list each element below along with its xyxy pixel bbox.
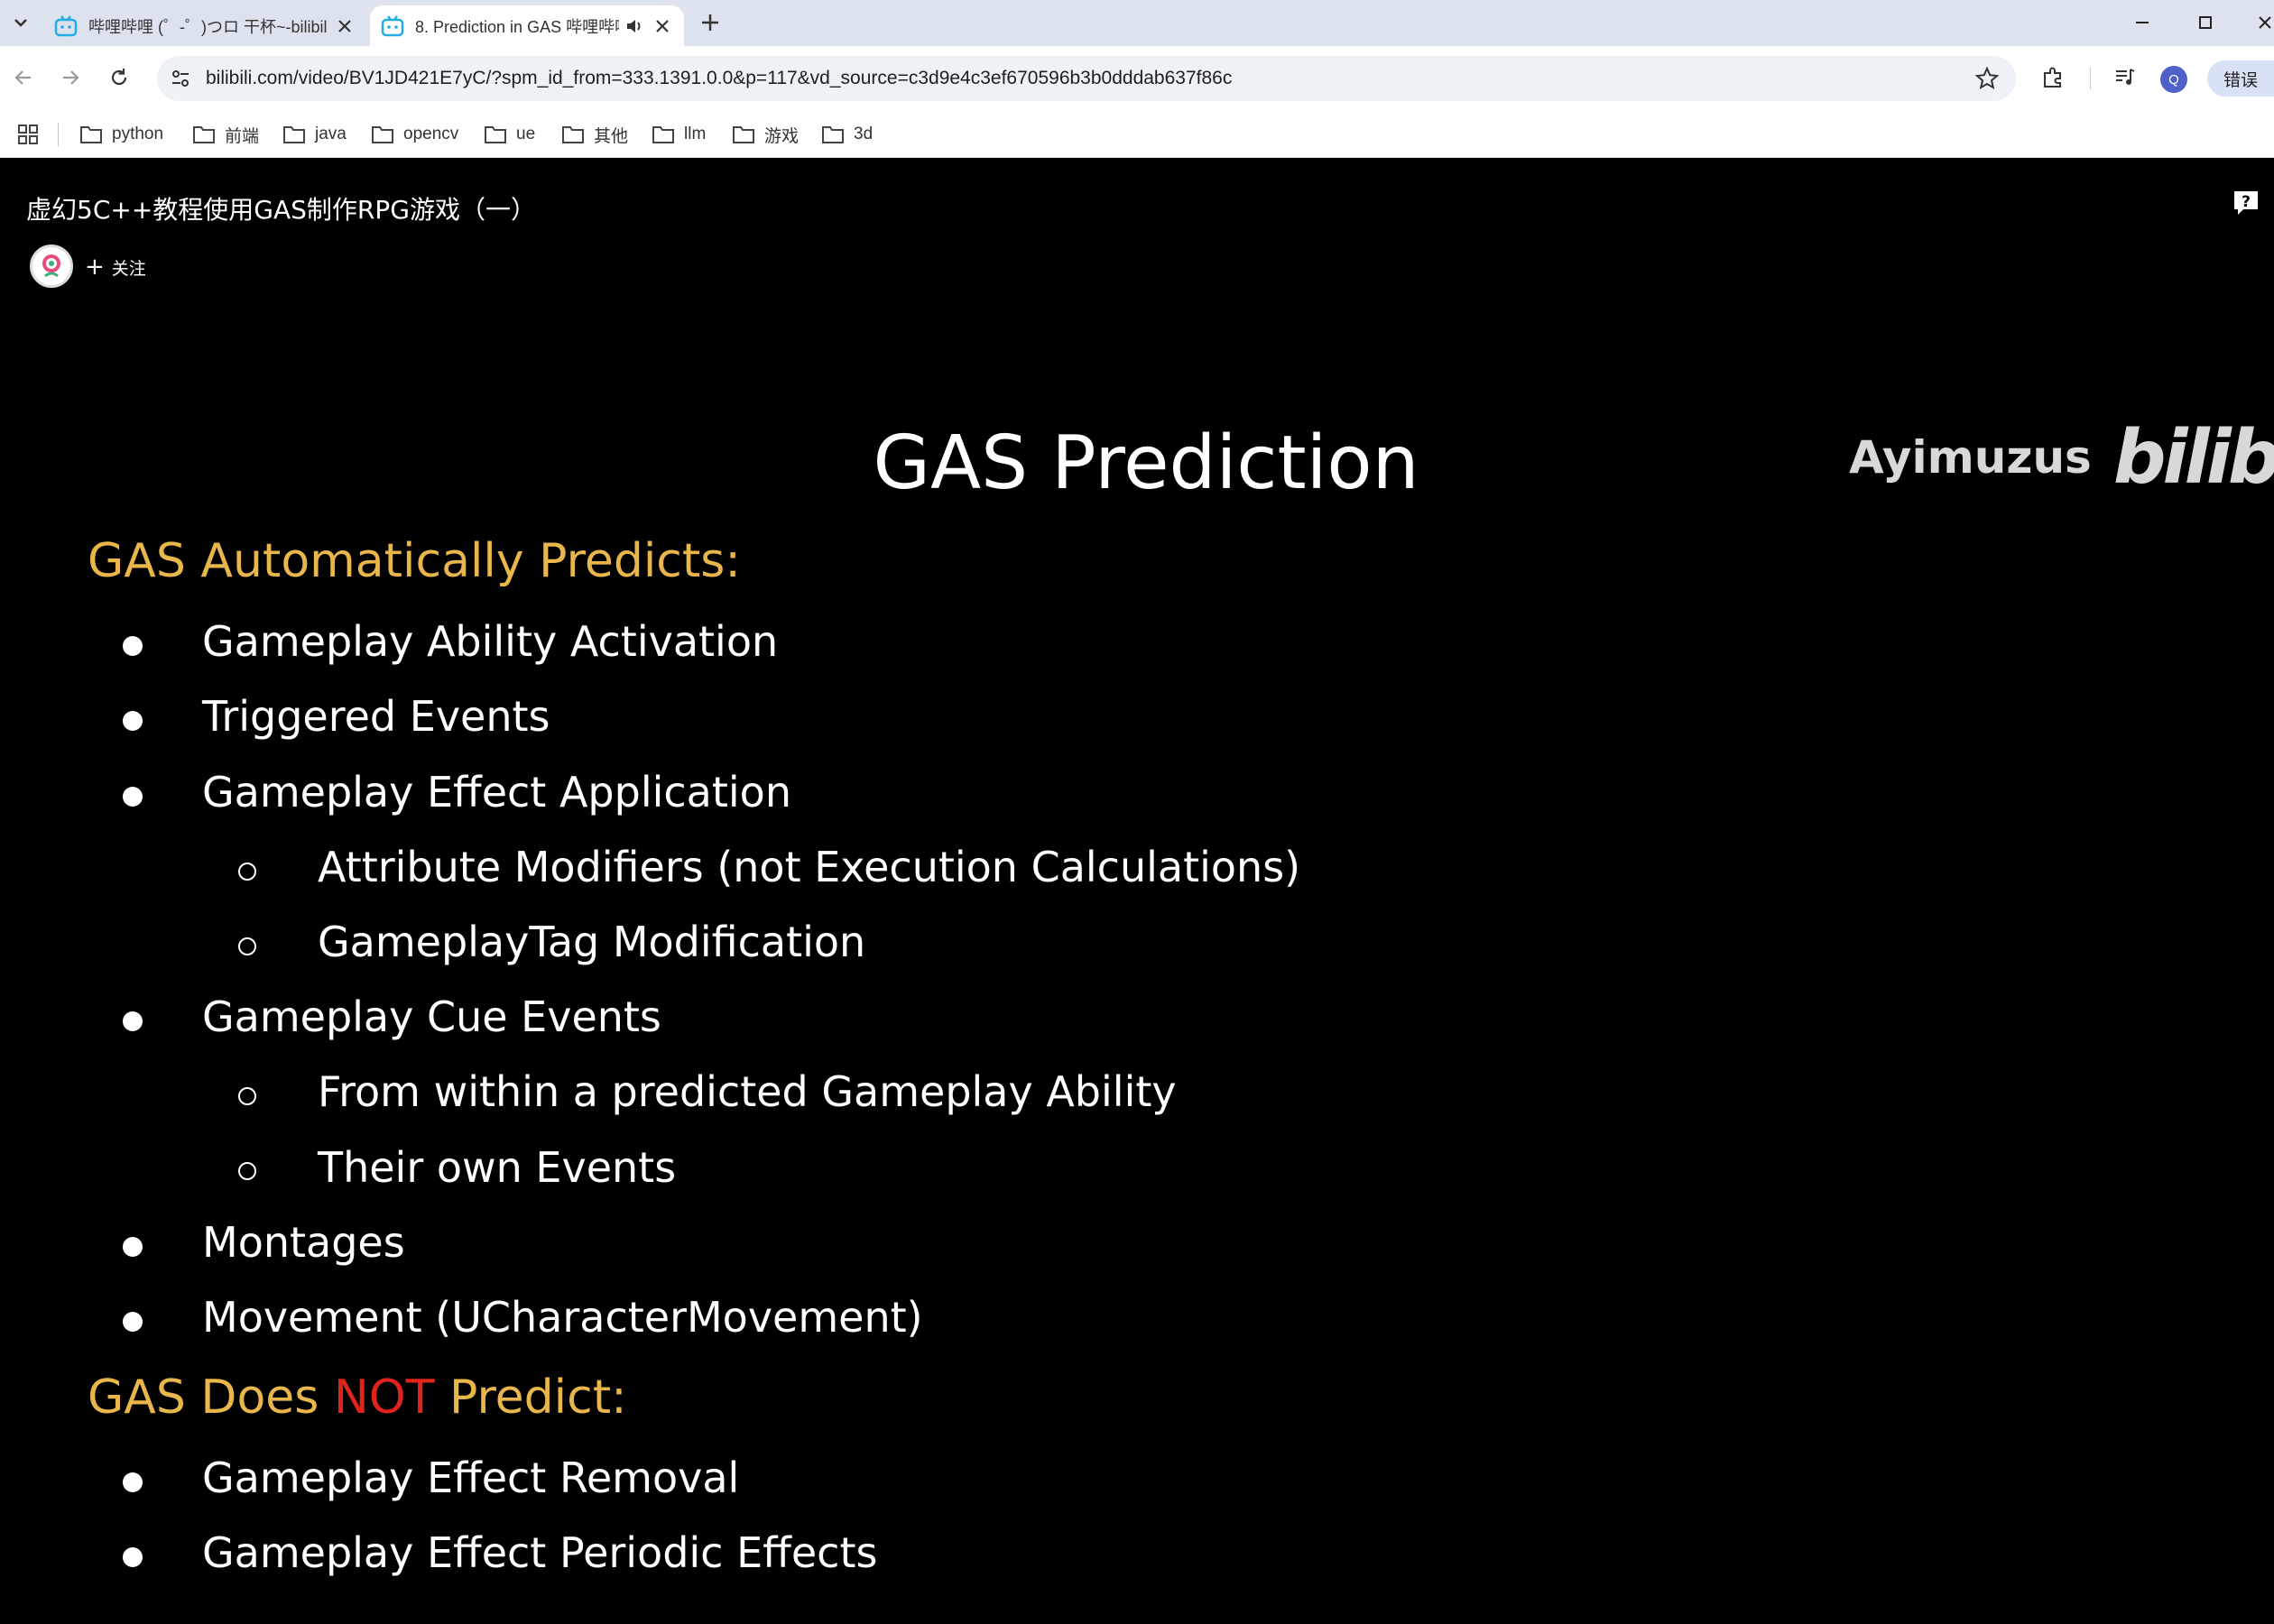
bullet-dot: [123, 787, 143, 807]
error-button[interactable]: 错误 ⋮: [2207, 60, 2274, 97]
bookmark-label: ue: [516, 125, 536, 143]
audio-playing-icon[interactable]: [624, 16, 644, 36]
address-bar[interactable]: bilibili.com/video/BV1JD421E7yC/?spm_id_…: [157, 56, 2016, 101]
folder-icon: [562, 126, 584, 143]
sub-bullet-circle: [238, 937, 256, 955]
section-heading-predicts: GAS Automatically Predicts:: [88, 534, 741, 588]
back-button[interactable]: [7, 61, 40, 94]
list-item: Gameplay Effect Application: [202, 768, 791, 817]
list-item: Movement (UCharacterMovement): [202, 1293, 923, 1342]
bookmark-label: python: [112, 125, 164, 143]
sub-bullet-circle: [238, 863, 256, 881]
plus-icon: +: [85, 254, 105, 281]
svg-text:?: ?: [2242, 193, 2251, 211]
tab-prediction-in-gas[interactable]: 8. Prediction in GAS 哔哩哔哩: [370, 5, 684, 46]
bilibili-watermark: Ayimuzus bilibili: [1849, 408, 2274, 507]
sub-list-item: GameplayTag Modification: [318, 918, 866, 966]
folder-icon: [733, 126, 754, 143]
folder-icon: [372, 126, 393, 143]
bookmark-label: opencv: [403, 125, 459, 143]
bookmark-folder-frontend[interactable]: 前端: [192, 111, 259, 158]
tab-search-icon[interactable]: [7, 9, 34, 36]
close-tab-icon[interactable]: [334, 15, 356, 37]
forward-button[interactable]: [54, 61, 87, 94]
list-item: Triggered Events: [202, 692, 550, 741]
watermark-username: Ayimuzus: [1849, 431, 2092, 484]
bullet-dot: [123, 711, 143, 731]
bullet-dot: [123, 1237, 143, 1257]
bookmarks-divider: [58, 123, 59, 146]
follow-button[interactable]: + 关注: [85, 253, 146, 281]
list-item: Gameplay Effect Periodic Effects: [202, 1528, 878, 1577]
profile-avatar[interactable]: Q: [2160, 66, 2187, 93]
bullet-dot: [123, 1011, 143, 1031]
close-tab-icon[interactable]: [652, 15, 673, 37]
bullet-dot: [123, 1472, 143, 1492]
folder-icon: [822, 126, 844, 143]
bookmark-folder-llm[interactable]: llm: [652, 111, 706, 158]
site-info-icon[interactable]: [168, 66, 193, 91]
toolbar-divider: [2090, 68, 2091, 89]
bullet-dot: [123, 1312, 143, 1332]
reload-button[interactable]: [103, 61, 135, 94]
browser-toolbar: bilibili.com/video/BV1JD421E7yC/?spm_id_…: [0, 46, 2274, 111]
bookmark-folder-java[interactable]: java: [282, 111, 347, 158]
sub-list-item: From within a predicted Gameplay Ability: [318, 1067, 1177, 1116]
bookmark-folder-opencv[interactable]: opencv: [371, 111, 458, 158]
minimize-button[interactable]: [2124, 7, 2160, 38]
folder-icon: [652, 126, 674, 143]
maximize-button[interactable]: [2187, 7, 2223, 38]
bookmark-label: llm: [684, 125, 707, 143]
tab-strip: 哔哩哔哩 (゜-゜)つロ 干杯~-bilibili 8. Prediction …: [0, 0, 2274, 46]
list-item: Montages: [202, 1218, 405, 1267]
bookmark-folder-ue[interactable]: ue: [484, 111, 535, 158]
bookmark-folder-python[interactable]: python: [79, 111, 163, 158]
bookmark-label: 3d: [854, 125, 874, 143]
sub-bullet-circle: [238, 1087, 256, 1105]
tab-title: 哔哩哔哩 (゜-゜)つロ 干杯~-bilibili: [88, 17, 327, 36]
media-control-icon[interactable]: [2110, 62, 2140, 93]
close-window-button[interactable]: [2247, 7, 2274, 38]
bookmark-label: 游戏: [764, 126, 800, 146]
folder-icon: [485, 126, 506, 143]
bilibili-favicon-icon: [54, 14, 78, 36]
bookmark-folder-other[interactable]: 其他: [561, 111, 628, 158]
bilibili-logo: bilibili: [2112, 414, 2274, 501]
heading-part: GAS Does: [88, 1370, 334, 1425]
bullet-dot: [123, 636, 143, 656]
sub-list-item: Their own Events: [318, 1143, 677, 1192]
folder-icon: [193, 126, 215, 143]
list-item: Gameplay Effect Removal: [202, 1453, 740, 1502]
video-player[interactable]: 虚幻5C++教程使用GAS制作RPG游戏（一） ? + 关注 GAS Predi…: [0, 159, 2274, 1624]
video-title: 虚幻5C++教程使用GAS制作RPG游戏（一）: [26, 195, 536, 225]
tab-bilibili-home[interactable]: 哔哩哔哩 (゜-゜)つロ 干杯~-bilibili: [43, 5, 366, 46]
sub-bullet-circle: [238, 1162, 256, 1180]
folder-icon: [80, 126, 102, 143]
follow-label: 关注: [111, 258, 146, 279]
url-text[interactable]: bilibili.com/video/BV1JD421E7yC/?spm_id_…: [206, 56, 1232, 101]
tab-title: 8. Prediction in GAS 哔哩哔哩: [415, 17, 619, 36]
bookmark-label: 前端: [225, 126, 260, 146]
bookmark-star-icon[interactable]: [1974, 66, 2000, 91]
list-item: Gameplay Ability Activation: [202, 617, 779, 666]
extensions-icon[interactable]: [2038, 62, 2068, 93]
help-icon[interactable]: ?: [2231, 188, 2261, 218]
bookmark-label: java: [315, 125, 347, 143]
list-item: Gameplay Cue Events: [202, 992, 661, 1041]
heading-part: Predict:: [434, 1370, 627, 1425]
new-tab-icon[interactable]: [697, 9, 724, 36]
uploader-avatar[interactable]: [30, 245, 73, 288]
error-label: 错误: [2223, 69, 2259, 90]
bullet-dot: [123, 1547, 143, 1567]
sub-list-item: Attribute Modifiers (not Execution Calcu…: [318, 843, 1301, 891]
section-heading-not-predict: GAS Does NOT Predict:: [88, 1370, 627, 1425]
bilibili-favicon-icon: [381, 14, 404, 36]
folder-icon: [283, 126, 305, 143]
bookmark-folder-games[interactable]: 游戏: [732, 111, 799, 158]
bookmark-label: 其他: [594, 126, 629, 146]
bookmark-folder-3d[interactable]: 3d: [821, 111, 873, 158]
bookmarks-bar: python 前端 java opencv ue 其他 llm 游戏 3d: [0, 111, 2274, 158]
heading-not-emphasis: NOT: [333, 1370, 435, 1425]
apps-grid-icon[interactable]: [16, 123, 40, 146]
